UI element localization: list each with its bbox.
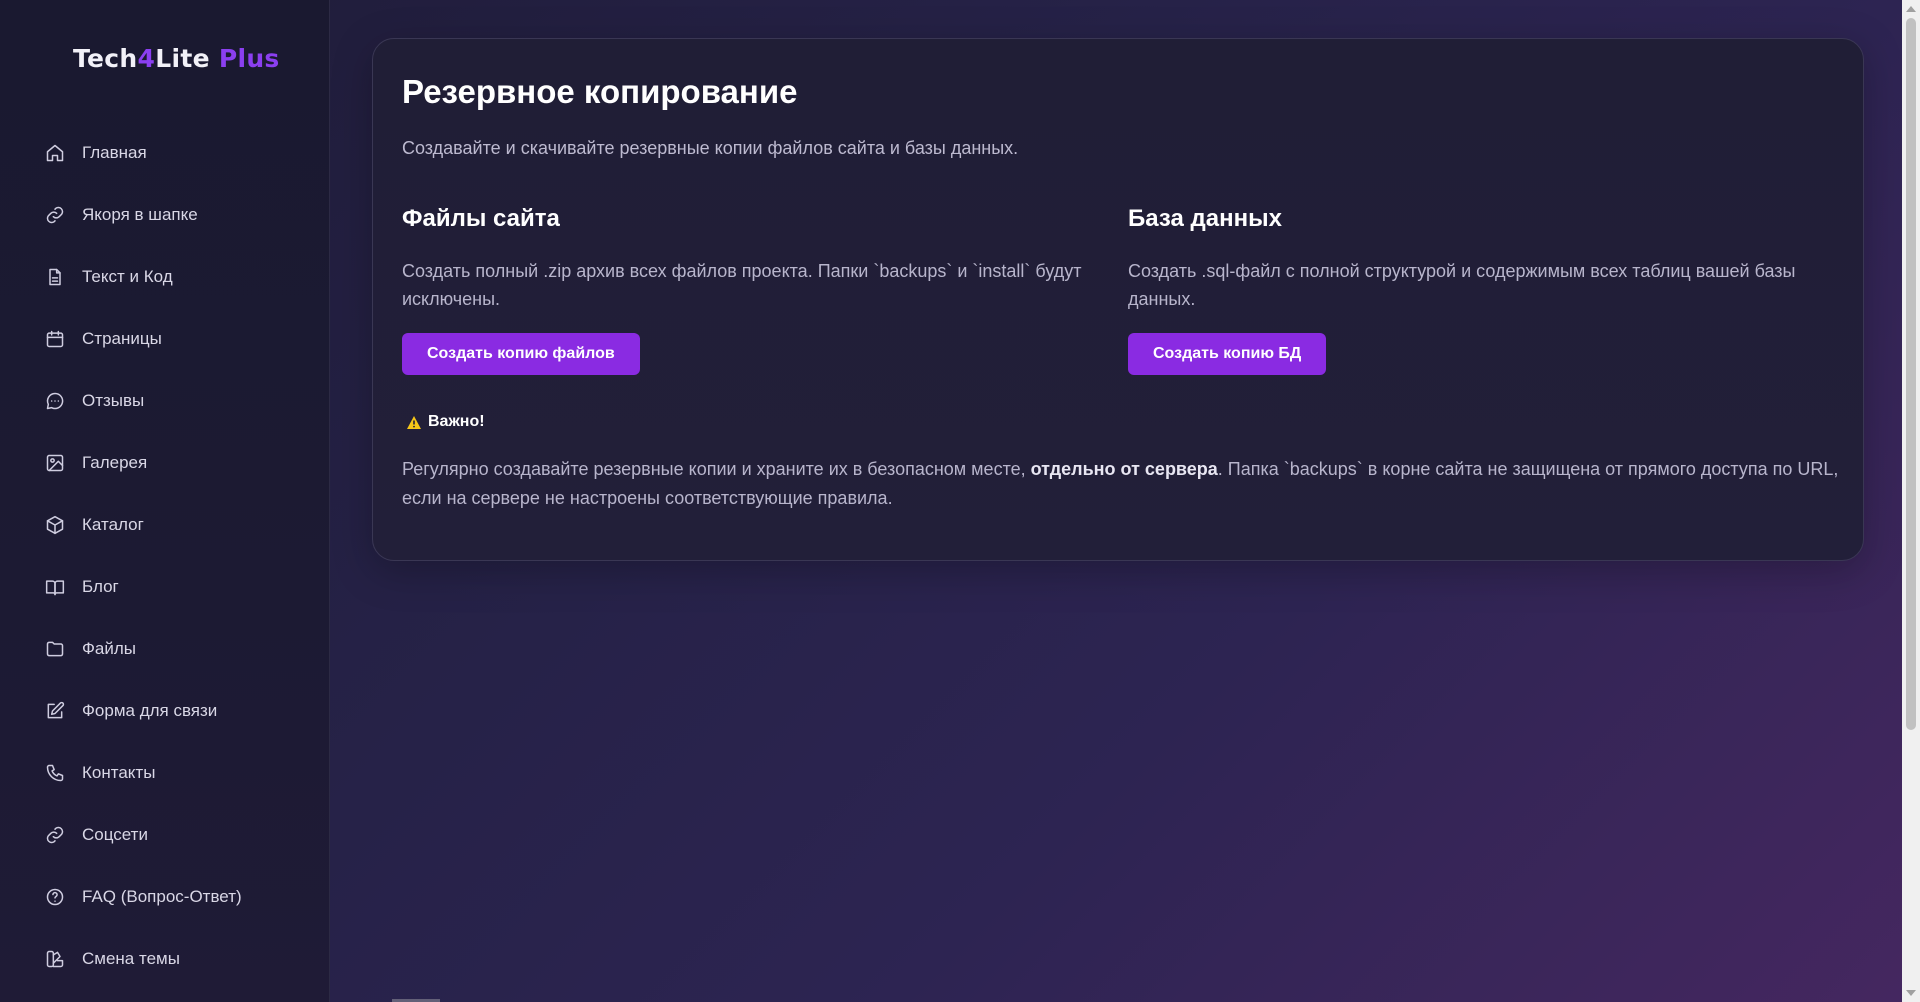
sidebar-item-files[interactable]: Файлы — [0, 618, 330, 680]
important-note: Регулярно создавайте резервные копии и х… — [402, 455, 1842, 513]
sidebar-item-contacts[interactable]: Контакты — [0, 742, 330, 804]
sidebar-item-contact-form[interactable]: Форма для связи — [0, 680, 330, 742]
scroll-thumb[interactable] — [1906, 18, 1916, 730]
question-icon — [46, 888, 64, 906]
phone-icon — [46, 764, 64, 782]
folder-icon — [46, 641, 64, 657]
link-icon — [46, 206, 64, 224]
files-description: Создать полный .zip архив всех файлов пр… — [402, 261, 1082, 309]
important-label-text: Важно! — [428, 413, 485, 430]
create-db-backup-button[interactable]: Создать копию БД — [1128, 333, 1327, 375]
edit-icon — [47, 701, 65, 719]
sidebar-item-pages[interactable]: Страницы — [0, 308, 330, 370]
sidebar-item-catalog[interactable]: Каталог — [0, 494, 330, 556]
sidebar-item-label: Контакты — [82, 763, 156, 782]
page-subtitle: Создавайте и скачивайте резервные копии … — [402, 138, 1019, 158]
home-icon — [46, 144, 64, 162]
logo-text-4: 4 — [137, 44, 156, 73]
chat-icon — [46, 392, 64, 410]
sidebar-item-label: Якоря в шапке — [82, 205, 198, 224]
sidebar-item-label: Файлы — [82, 639, 137, 658]
sidebar-item-social[interactable]: Соцсети — [0, 804, 330, 866]
vertical-scrollbar[interactable] — [1902, 0, 1920, 1002]
sidebar-item-home[interactable]: Главная — [0, 122, 330, 184]
backup-card: Резервное копирование Создавайте и скачи… — [372, 38, 1864, 561]
sidebar-item-label: FAQ (Вопрос-Ответ) — [82, 887, 242, 906]
sidebar-item-text-code[interactable]: Текст и Код — [0, 246, 330, 308]
logo-text-lite: Lite — [155, 44, 210, 73]
logo-text-plus: Plus — [218, 44, 280, 73]
sidebar-item-reviews[interactable]: Отзывы — [0, 370, 330, 432]
scroll-down-arrow-icon[interactable] — [1906, 990, 1916, 996]
book-icon — [45, 580, 65, 596]
warning-icon — [407, 415, 421, 429]
sidebar: Tech4Lite Plus Главная Якоря в шапке Тек… — [0, 0, 330, 1002]
sidebar-item-label: Отзывы — [82, 391, 145, 410]
sidebar-item-label: Страницы — [82, 329, 162, 348]
database-heading: База данных — [1128, 205, 1282, 232]
create-files-backup-button[interactable]: Создать копию файлов — [402, 333, 640, 375]
document-icon — [49, 268, 61, 286]
sidebar-item-faq[interactable]: FAQ (Вопрос-Ответ) — [0, 866, 330, 928]
logo[interactable]: Tech4Lite Plus — [73, 44, 280, 73]
sidebar-item-label: Текст и Код — [82, 267, 173, 286]
database-description: Создать .sql-файл с полной структурой и … — [1128, 261, 1796, 309]
page-title: Резервное копирование — [402, 73, 798, 110]
sidebar-item-label: Форма для связи — [82, 701, 218, 720]
sidebar-item-label: Блог — [82, 577, 119, 596]
logo-text-tech: Tech — [73, 44, 138, 73]
important-label: Важно! — [406, 413, 485, 431]
files-section: Файлы сайта Создать полный .zip архив вс… — [402, 205, 1104, 375]
image-icon — [46, 454, 64, 472]
sidebar-item-theme[interactable]: Смена темы — [0, 928, 330, 990]
sidebar-item-label: Каталог — [82, 515, 144, 534]
sidebar-nav: Главная Якоря в шапке Текст и Код Страни… — [0, 122, 330, 990]
note-text-start: Регулярно создавайте резервные копии и х… — [402, 459, 1031, 479]
note-text-bold: отдельно от сервера — [1030, 459, 1218, 479]
sidebar-item-label: Галерея — [82, 453, 148, 472]
scroll-up-arrow-icon[interactable] — [1906, 6, 1916, 12]
sidebar-item-gallery[interactable]: Галерея — [0, 432, 330, 494]
palette-icon — [46, 950, 64, 968]
calendar-icon — [46, 330, 64, 348]
sidebar-item-label: Главная — [82, 143, 147, 162]
sidebar-item-label: Соцсети — [82, 825, 148, 844]
box-icon — [46, 515, 64, 535]
sidebar-item-label: Смена темы — [82, 949, 180, 968]
link-icon — [46, 826, 64, 844]
sidebar-item-blog[interactable]: Блог — [0, 556, 330, 618]
sidebar-item-anchors[interactable]: Якоря в шапке — [0, 184, 330, 246]
files-heading: Файлы сайта — [402, 205, 560, 232]
database-section: База данных Создать .sql-файл с полной с… — [1128, 205, 1830, 375]
